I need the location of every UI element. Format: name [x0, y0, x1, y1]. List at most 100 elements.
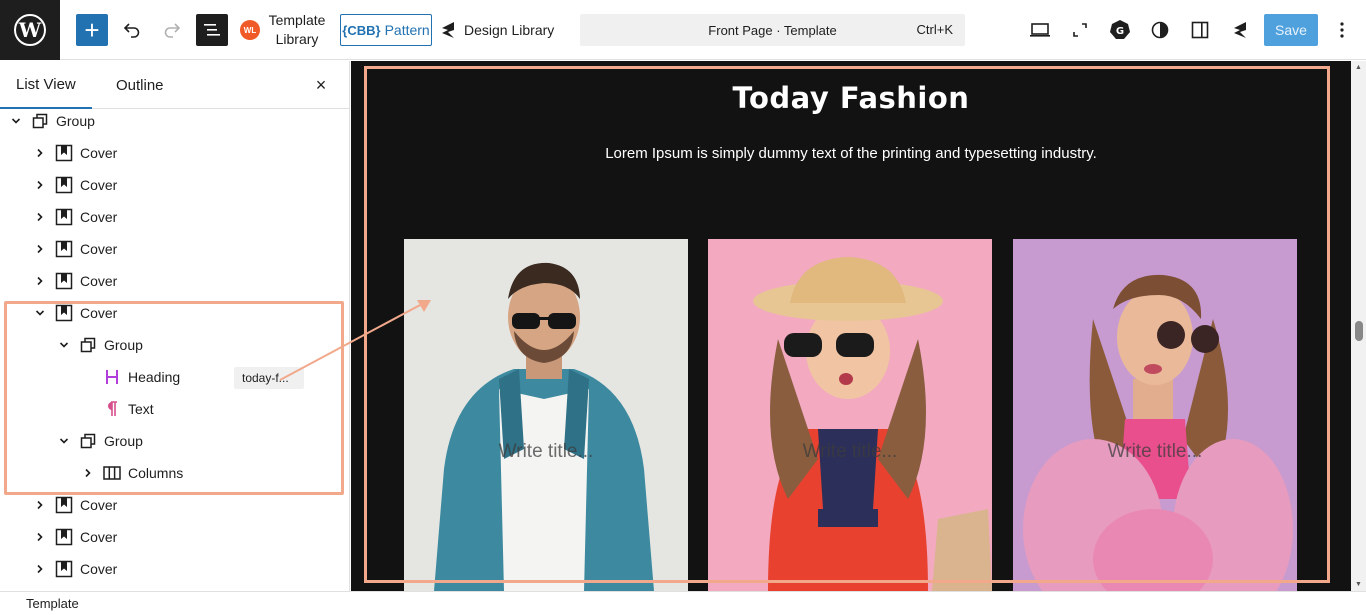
- fullscreen-icon: [1073, 23, 1087, 37]
- list-item[interactable]: Group: [0, 329, 349, 361]
- styles-button[interactable]: [1144, 14, 1176, 46]
- cover-block-icon: [55, 528, 73, 546]
- chevron-right-icon[interactable]: [80, 465, 96, 481]
- cover-block-icon: [55, 176, 73, 194]
- cover-block-icon: [55, 560, 73, 578]
- document-overview-button[interactable]: [196, 14, 228, 46]
- undo-button[interactable]: [116, 14, 148, 46]
- editor-root: W + WL Template Library {CBB} Pattern De…: [0, 0, 1366, 615]
- sidebar-tabs: List View Outline ×: [0, 61, 349, 109]
- chevron-down-icon[interactable]: [56, 433, 72, 449]
- list-item[interactable]: Heading today-f...: [0, 361, 349, 393]
- list-item-label: Group: [56, 113, 95, 129]
- editor-toolbar: W + WL Template Library {CBB} Pattern De…: [0, 0, 1366, 60]
- list-item-label: Cover: [80, 561, 118, 577]
- list-item[interactable]: Columns: [0, 457, 349, 489]
- cover-block-icon: [55, 240, 73, 258]
- chevron-right-icon[interactable]: [32, 241, 48, 257]
- tab-outline[interactable]: Outline: [100, 61, 180, 109]
- preview-device-button[interactable]: [1024, 14, 1056, 46]
- list-item[interactable]: Group: [0, 105, 349, 137]
- chevron-right-icon[interactable]: [32, 529, 48, 545]
- list-item-label: Cover: [80, 177, 118, 193]
- list-item[interactable]: Cover: [0, 169, 349, 201]
- svg-text:G: G: [1116, 26, 1124, 37]
- list-view-sidebar: List View Outline × Group Cover Cover Co: [0, 61, 350, 591]
- template-library-button[interactable]: WL Template Library: [240, 10, 326, 50]
- contrast-icon: [1151, 21, 1169, 39]
- chevron-down-icon[interactable]: [8, 113, 24, 129]
- editor-canvas[interactable]: Today Fashion Lorem Ipsum is simply dumm…: [351, 61, 1351, 591]
- save-button[interactable]: Save: [1264, 14, 1318, 46]
- chevron-right-icon[interactable]: [32, 561, 48, 577]
- chevron-right-icon[interactable]: [32, 145, 48, 161]
- g-badge-icon: G: [1110, 20, 1130, 39]
- group-block-icon: [79, 336, 97, 354]
- chevron-down-icon[interactable]: [32, 305, 48, 321]
- wordpress-icon: W: [14, 14, 46, 46]
- scroll-up-arrow-icon[interactable]: ▲: [1355, 64, 1362, 71]
- paragraph-block-icon: [103, 400, 121, 418]
- grammarly-button[interactable]: G: [1104, 14, 1136, 46]
- wordpress-logo-button[interactable]: W: [0, 0, 60, 60]
- cover-block-icon: [55, 208, 73, 226]
- pattern-label: Pattern: [384, 22, 430, 38]
- columns-block-icon: [103, 464, 121, 482]
- template-library-label: Template Library: [268, 12, 326, 47]
- command-palette-button[interactable]: Front Page · Template Ctrl+K: [580, 14, 965, 46]
- block-breadcrumb-bar: Template: [0, 591, 1366, 615]
- list-item[interactable]: Cover: [0, 201, 349, 233]
- list-item[interactable]: Text: [0, 393, 349, 425]
- cover-block-icon: [55, 144, 73, 162]
- stackable-icon: [442, 22, 454, 38]
- chevron-right-icon[interactable]: [32, 273, 48, 289]
- redo-button[interactable]: [156, 14, 188, 46]
- anchor-badge: today-f...: [234, 367, 304, 389]
- list-item[interactable]: Cover: [0, 521, 349, 553]
- close-sidebar-button[interactable]: ×: [309, 73, 333, 97]
- list-item-label: Text: [128, 401, 154, 417]
- list-item-label: Cover: [80, 497, 118, 513]
- group-block-icon: [79, 432, 97, 450]
- scrollbar-thumb[interactable]: [1355, 321, 1363, 341]
- list-item[interactable]: Cover: [0, 489, 349, 521]
- cbb-pattern-button[interactable]: {CBB} Pattern: [340, 14, 432, 46]
- tab-list-view[interactable]: List View: [0, 61, 92, 109]
- cover-block-icon: [55, 496, 73, 514]
- list-item-label: Cover: [80, 305, 118, 321]
- chevron-down-icon[interactable]: [56, 337, 72, 353]
- list-item-label: Heading: [128, 369, 181, 385]
- canvas-scrollbar[interactable]: ▲ ▼: [1351, 61, 1366, 591]
- list-item[interactable]: Cover: [0, 297, 349, 329]
- list-item-label: Group: [104, 433, 143, 449]
- list-view-icon: [204, 24, 220, 36]
- scroll-down-arrow-icon[interactable]: ▼: [1355, 581, 1362, 588]
- sidebar-icon: [1191, 21, 1209, 39]
- list-item-label: Cover: [80, 241, 118, 257]
- chevron-right-icon[interactable]: [32, 177, 48, 193]
- vertical-ellipsis-icon: [1340, 22, 1344, 38]
- breadcrumb-template[interactable]: Template: [26, 596, 79, 611]
- design-library-button[interactable]: Design Library: [440, 14, 554, 46]
- chevron-right-icon[interactable]: [32, 497, 48, 513]
- cover-block-icon: [55, 272, 73, 290]
- list-item-label: Cover: [80, 273, 118, 289]
- block-inserter-button[interactable]: +: [76, 14, 108, 46]
- list-item[interactable]: Cover: [0, 137, 349, 169]
- settings-sidebar-button[interactable]: [1184, 14, 1216, 46]
- stackable-settings-button[interactable]: [1224, 14, 1256, 46]
- stackable-icon: [1234, 22, 1246, 38]
- zoom-out-button[interactable]: [1064, 14, 1096, 46]
- list-item-label: Cover: [80, 529, 118, 545]
- list-item[interactable]: Cover: [0, 265, 349, 297]
- desktop-icon: [1030, 23, 1050, 37]
- list-item[interactable]: Cover: [0, 553, 349, 585]
- cover-block[interactable]: Today Fashion Lorem Ipsum is simply dumm…: [351, 61, 1351, 591]
- options-menu-button[interactable]: [1330, 14, 1354, 46]
- group-block-icon: [31, 112, 49, 130]
- list-item[interactable]: Cover: [0, 233, 349, 265]
- list-item-label: Columns: [128, 465, 184, 481]
- list-item[interactable]: Group: [0, 425, 349, 457]
- cbb-logo-text: {CBB}: [342, 22, 381, 38]
- chevron-right-icon[interactable]: [32, 209, 48, 225]
